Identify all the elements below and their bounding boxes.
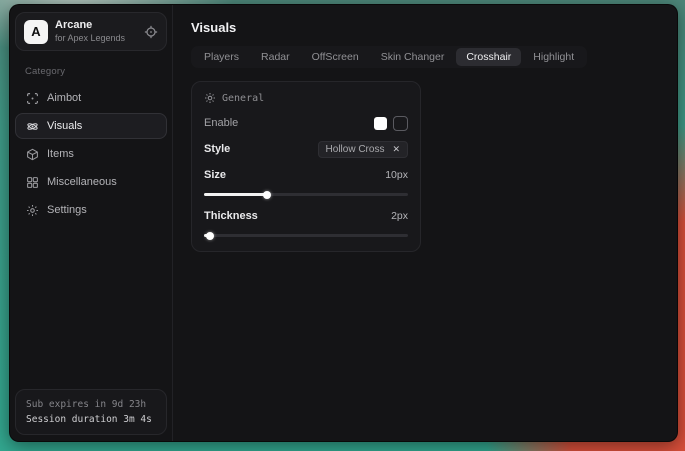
sidebar-item-visuals[interactable]: Visuals [15, 113, 167, 139]
size-value: 10px [385, 169, 408, 181]
size-slider[interactable] [204, 193, 408, 196]
thickness-label: Thickness [204, 210, 258, 222]
sub-expires-text: Sub expires in 9d 23h [26, 397, 156, 412]
sidebar-item-label: Aimbot [47, 92, 81, 104]
enable-checkbox[interactable] [393, 116, 408, 131]
tab-radar[interactable]: Radar [251, 48, 300, 66]
sidebar-nav: Aimbot Visuals [15, 85, 167, 223]
orbit-eye-icon [25, 120, 39, 133]
sidebar: A Arcane for Apex Legends Category [10, 5, 173, 441]
grid-icon [25, 176, 39, 189]
app-title: Arcane [55, 19, 137, 33]
sidebar-item-miscellaneous[interactable]: Miscellaneous [15, 169, 167, 195]
main-content: Visuals Players Radar OffScreen Skin Cha… [173, 5, 677, 441]
session-duration-text: Session duration 3m 4s [26, 412, 156, 427]
size-slider-thumb[interactable] [263, 191, 271, 199]
sidebar-item-settings[interactable]: Settings [15, 197, 167, 223]
style-label: Style [204, 143, 230, 155]
thickness-slider[interactable] [204, 234, 408, 237]
enable-label: Enable [204, 117, 238, 129]
crosshair-scan-icon [25, 92, 39, 105]
tab-offscreen[interactable]: OffScreen [302, 48, 369, 66]
sidebar-item-label: Settings [47, 204, 87, 216]
tab-highlight[interactable]: Highlight [523, 48, 584, 66]
remove-style-icon[interactable]: ✕ [392, 145, 400, 154]
sidebar-item-label: Items [47, 148, 74, 160]
app-logo: A [24, 20, 48, 44]
scope-icon[interactable] [144, 25, 158, 39]
tab-skin-changer[interactable]: Skin Changer [371, 48, 455, 66]
style-select[interactable]: Hollow Cross ✕ [318, 141, 408, 158]
enable-row: Enable [204, 113, 408, 133]
size-row: Size 10px [204, 165, 408, 185]
cube-icon [25, 148, 39, 161]
category-label: Category [25, 66, 167, 77]
sidebar-item-label: Visuals [47, 120, 82, 132]
sun-settings-icon [204, 92, 216, 104]
panel-header: General [204, 92, 408, 104]
style-row: Style Hollow Cross ✕ [204, 139, 408, 159]
app-window: A Arcane for Apex Legends Category [9, 4, 678, 442]
general-panel: General Enable Style Hollow Cross ✕ Size… [191, 81, 421, 252]
thickness-value: 2px [391, 210, 408, 222]
subscription-info-card: Sub expires in 9d 23h Session duration 3… [15, 389, 167, 435]
sidebar-item-label: Miscellaneous [47, 176, 117, 188]
size-label: Size [204, 169, 226, 181]
thickness-slider-thumb[interactable] [206, 232, 214, 240]
visuals-tabbar: Players Radar OffScreen Skin Changer Cro… [191, 46, 587, 68]
brand-text: Arcane for Apex Legends [55, 19, 137, 44]
color-swatch[interactable] [374, 117, 387, 130]
gear-icon [25, 204, 39, 217]
sidebar-item-items[interactable]: Items [15, 141, 167, 167]
panel-title: General [222, 93, 264, 104]
brand-card: A Arcane for Apex Legends [15, 12, 167, 51]
tab-players[interactable]: Players [194, 48, 249, 66]
page-title: Visuals [191, 20, 659, 35]
app-subtitle: for Apex Legends [55, 33, 137, 44]
sidebar-item-aimbot[interactable]: Aimbot [15, 85, 167, 111]
thickness-row: Thickness 2px [204, 206, 408, 226]
tab-crosshair[interactable]: Crosshair [456, 48, 521, 66]
style-value: Hollow Cross [326, 144, 385, 155]
